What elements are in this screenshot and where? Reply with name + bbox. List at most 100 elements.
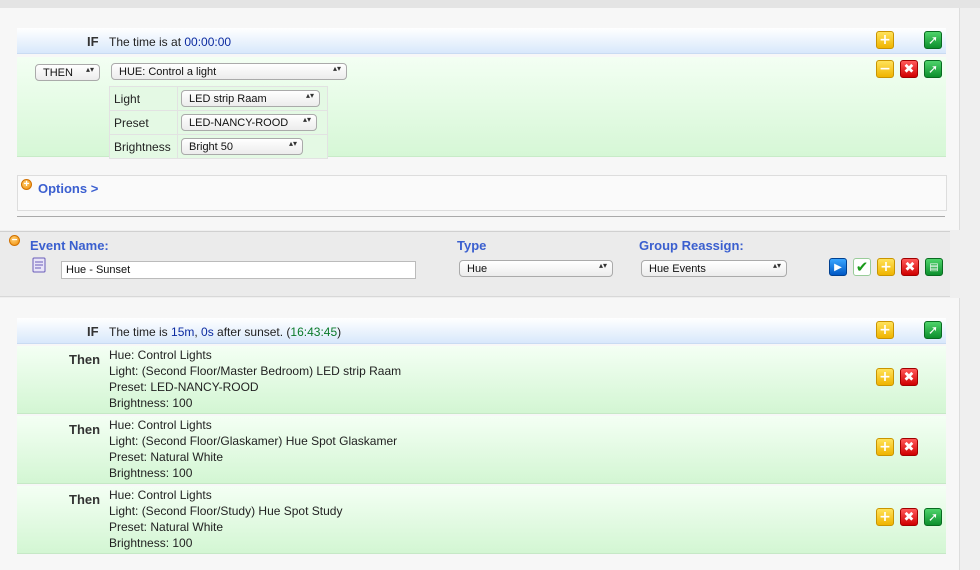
run-event-button[interactable]: ▶ <box>829 258 847 276</box>
expand-icon[interactable]: + <box>21 179 32 190</box>
action-params-table: Light LED strip Raam ▴▾ Preset LED-NANCY… <box>109 86 328 159</box>
group-select-value: Hue Events <box>649 263 706 275</box>
rule-panel-1: IF The time is at 00:00:00 + ➚ THEN ▴▾ H… <box>0 8 960 230</box>
arrow-go-icon: ➚ <box>927 510 939 524</box>
delete-action-button[interactable]: ✖ <box>900 508 918 526</box>
close-icon: ✖ <box>904 260 916 275</box>
then-action-row[interactable]: Then Hue: Control Lights Light: (Second … <box>17 346 946 414</box>
select-arrows-icon: ▴▾ <box>772 261 781 270</box>
preset-select[interactable]: LED-NANCY-ROOD ▴▾ <box>181 114 317 131</box>
param-row-light: Light LED strip Raam ▴▾ <box>109 86 328 111</box>
options-link[interactable]: Options > <box>38 181 98 196</box>
if-condition-bar: IF The time is at 00:00:00 + ➚ <box>17 28 946 54</box>
arrow-go-icon: ➚ <box>927 33 939 47</box>
minus-icon: − <box>879 61 891 77</box>
select-arrows-icon: ▴▾ <box>85 65 94 74</box>
action-line: Hue: Control Lights <box>109 348 212 362</box>
offset-seconds: 0s <box>201 325 214 339</box>
action-line: Hue: Control Lights <box>109 418 212 432</box>
check-icon: ✔ <box>855 258 869 276</box>
copy-event-button[interactable]: ▤ <box>925 258 943 276</box>
action-line: Light: (Second Floor/Glaskamer) Hue Spot… <box>109 434 398 448</box>
action-line: Preset: Natural White <box>109 450 224 464</box>
then-action-row[interactable]: Then Hue: Control Lights Light: (Second … <box>17 486 946 554</box>
delete-action-button[interactable]: ✖ <box>900 60 918 78</box>
then-select-value: THEN <box>43 67 73 79</box>
param-label: Brightness <box>109 134 178 159</box>
go-button[interactable]: ➚ <box>924 31 942 49</box>
arrow-go-icon: ➚ <box>927 62 939 76</box>
options-box: + Options > <box>17 175 947 211</box>
param-row-brightness: Brightness Bright 50 ▴▾ <box>109 134 328 159</box>
add-action-button[interactable]: + <box>876 368 894 386</box>
if-prefix: The time is at <box>109 35 185 49</box>
add-condition-button[interactable]: + <box>876 31 894 49</box>
plus-icon: + <box>879 32 891 48</box>
close-icon: ✖ <box>903 440 915 455</box>
type-select[interactable]: Hue ▴▾ <box>459 260 613 277</box>
arrow-go-icon: ➚ <box>927 323 939 337</box>
add-event-button[interactable]: + <box>877 258 895 276</box>
if-label: IF <box>87 34 99 49</box>
plus-icon: + <box>879 369 891 385</box>
type-header: Type <box>457 238 487 253</box>
delete-action-button[interactable]: ✖ <box>900 438 918 456</box>
select-arrows-icon: ▴▾ <box>305 91 314 100</box>
if-prefix: The time is <box>109 325 172 339</box>
group-reassign-select[interactable]: Hue Events ▴▾ <box>641 260 787 277</box>
add-action-button[interactable]: + <box>876 508 894 526</box>
rule-panel-2: IF The time is 15m, 0s after sunset. (16… <box>0 298 960 570</box>
remove-action-button[interactable]: − <box>876 60 894 78</box>
group-reassign-header: Group Reassign: <box>639 238 744 253</box>
action-select[interactable]: HUE: Control a light ▴▾ <box>111 63 347 80</box>
add-action-button[interactable]: + <box>876 438 894 456</box>
if-label: IF <box>87 324 99 339</box>
param-row-preset: Preset LED-NANCY-ROOD ▴▾ <box>109 110 328 135</box>
save-event-button[interactable]: ✔ <box>853 258 871 276</box>
offset-minutes: 15m <box>171 325 195 339</box>
light-select-value: LED strip Raam <box>189 93 267 105</box>
brightness-select-value: Bright 50 <box>189 141 234 153</box>
collapse-icon[interactable]: − <box>9 235 20 246</box>
event-name-input[interactable]: Hue - Sunset <box>61 261 416 279</box>
action-select-value: HUE: Control a light <box>119 66 217 78</box>
go-button[interactable]: ➚ <box>924 60 942 78</box>
then-action-editor: THEN ▴▾ HUE: Control a light ▴▾ − ✖ ➚ Li… <box>17 57 946 159</box>
event-name-header: Event Name: <box>30 238 109 253</box>
go-button[interactable]: ➚ <box>924 321 942 339</box>
light-select[interactable]: LED strip Raam ▴▾ <box>181 90 320 107</box>
action-line: Light: (Second Floor/Master Bedroom) LED… <box>109 364 402 378</box>
then-label: Then <box>69 352 101 367</box>
add-condition-button[interactable]: + <box>876 321 894 339</box>
event-panel: − Event Name: Type Group Reassign: Hue -… <box>0 231 950 297</box>
if-suffix: after sunset. ( <box>213 325 291 339</box>
delete-event-button[interactable]: ✖ <box>901 258 919 276</box>
preset-select-value: LED-NANCY-ROOD <box>189 117 289 129</box>
go-button[interactable]: ➚ <box>924 508 942 526</box>
play-icon: ▶ <box>834 262 842 273</box>
delete-action-button[interactable]: ✖ <box>900 368 918 386</box>
param-label: Light <box>109 86 178 111</box>
then-action-row[interactable]: Then Hue: Control Lights Light: (Second … <box>17 416 946 484</box>
action-line: Preset: Natural White <box>109 520 224 534</box>
top-strip <box>0 0 980 8</box>
plus-icon: + <box>880 259 892 275</box>
if-time-value: 00:00:00 <box>184 35 232 49</box>
then-label: Then <box>69 422 101 437</box>
action-line: Hue: Control Lights <box>109 488 212 502</box>
if-condition-text: The time is 15m, 0s after sunset. (16:43… <box>109 325 341 339</box>
plus-icon: + <box>879 439 891 455</box>
divider <box>17 216 945 217</box>
plus-icon: + <box>879 322 891 338</box>
select-arrows-icon: ▴▾ <box>302 115 311 124</box>
brightness-select[interactable]: Bright 50 ▴▾ <box>181 138 303 155</box>
if-condition-text: The time is at 00:00:00 <box>109 35 231 49</box>
select-arrows-icon: ▴▾ <box>288 139 297 148</box>
action-line: Light: (Second Floor/Study) Hue Spot Stu… <box>109 504 343 518</box>
sheet-icon: ▤ <box>929 262 939 273</box>
close-icon: ✖ <box>903 510 915 525</box>
plus-icon: + <box>879 509 891 525</box>
then-select[interactable]: THEN ▴▾ <box>35 64 100 81</box>
action-line: Brightness: 100 <box>109 536 193 550</box>
if-close: ) <box>337 325 342 339</box>
